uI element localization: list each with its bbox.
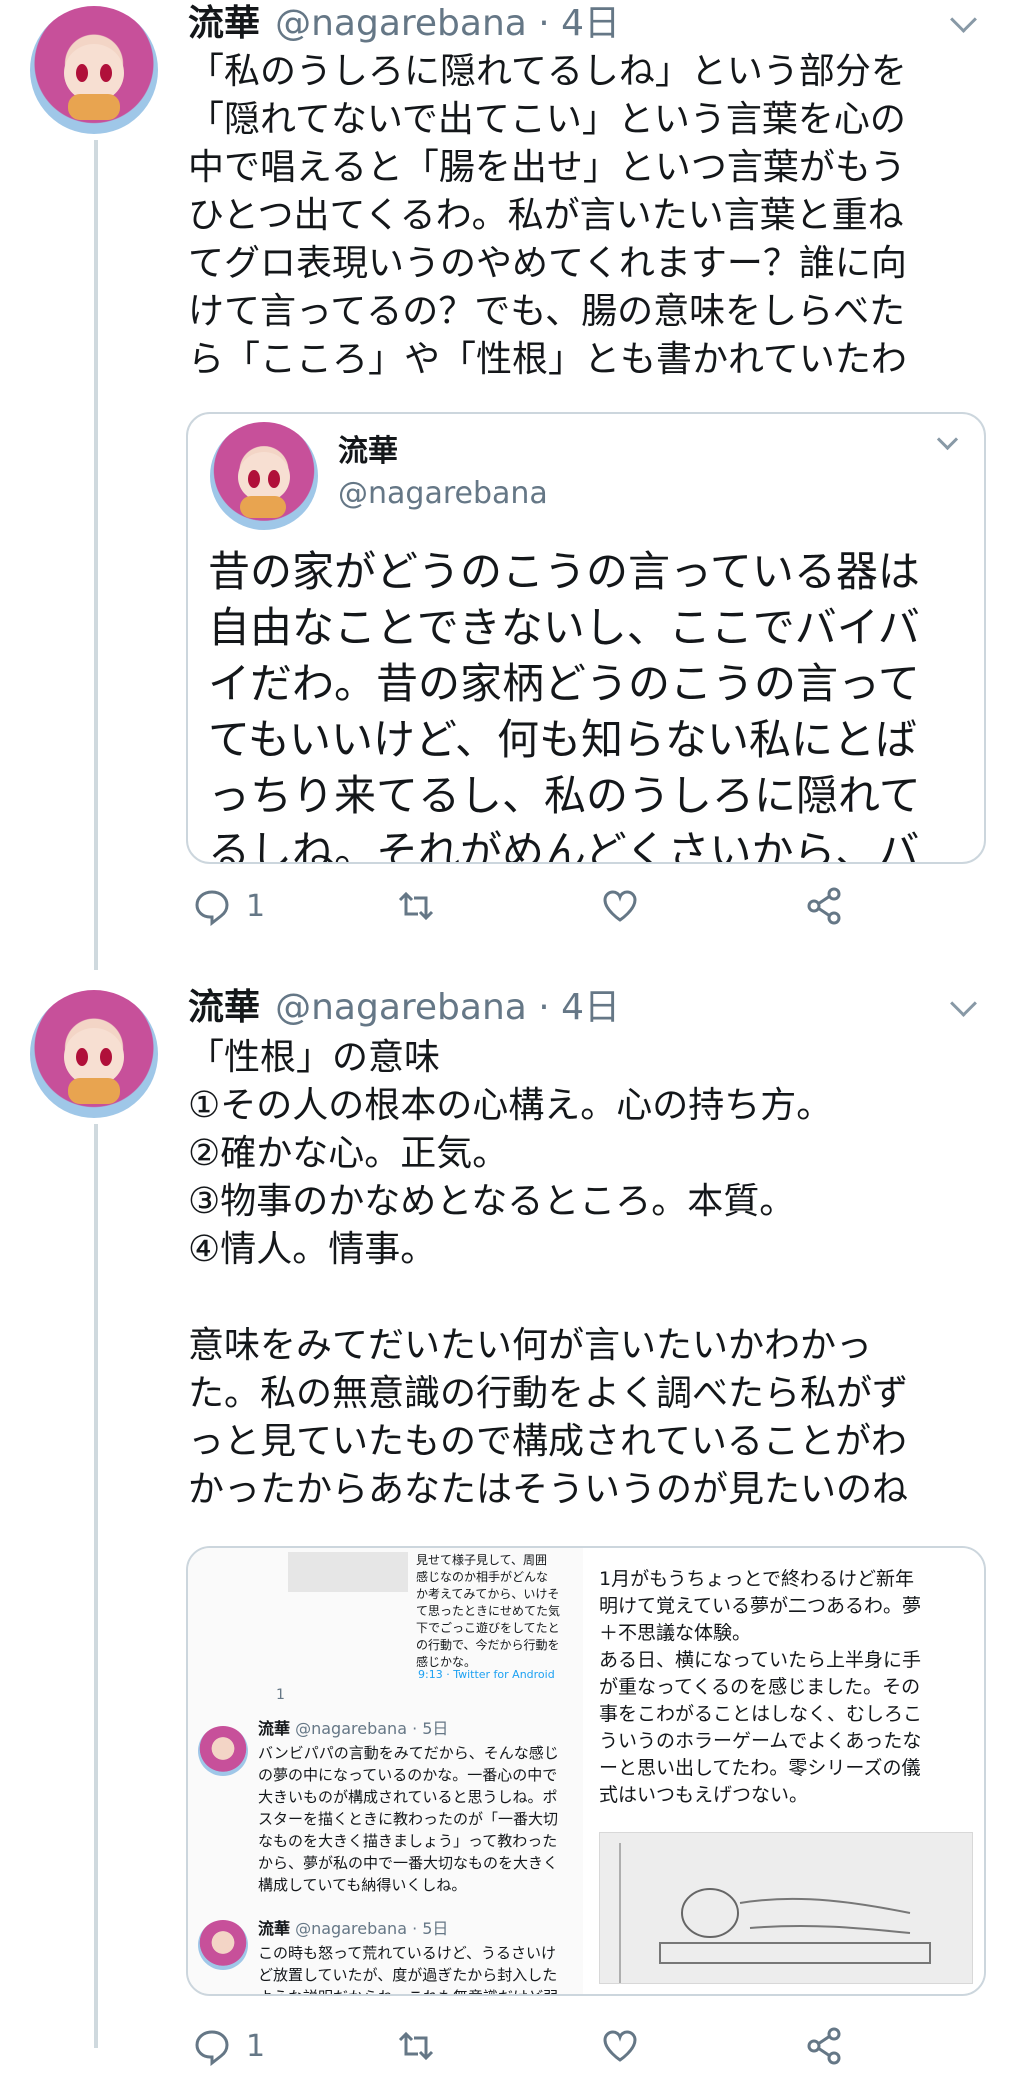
heart-icon bbox=[603, 890, 637, 922]
reply-button[interactable]: 1 bbox=[192, 2016, 265, 2076]
author-name[interactable]: 流華 bbox=[188, 987, 260, 1028]
chevron-down-icon[interactable] bbox=[950, 6, 977, 33]
heart-icon bbox=[603, 2030, 637, 2062]
avatar bbox=[198, 1726, 248, 1776]
media-left-reply2-name: 流華 bbox=[258, 1919, 291, 1938]
chevron-down-icon[interactable] bbox=[950, 990, 977, 1017]
thread-line bbox=[94, 140, 98, 970]
media-right-text: 1月がもうちょっとで終わるけど新年 明けて覚えている夢が二つあるわ。夢 ＋不思議… bbox=[599, 1568, 923, 1806]
avatar[interactable] bbox=[30, 990, 158, 1118]
reply-icon bbox=[195, 2030, 229, 2066]
quoted-tweet[interactable]: 流華 @nagarebana 昔の家がどうのこうの言っている器は 自由なことでき… bbox=[186, 412, 986, 864]
quoted-author-handle: @nagarebana bbox=[338, 476, 548, 511]
media-grid[interactable]: 見せて様子見して、周囲 感じなのか相手がどんな か考えてみてから、いけそ て思っ… bbox=[186, 1546, 986, 1996]
tweet-header: 流華 @nagarebana · 4日 bbox=[188, 0, 620, 48]
thread-line bbox=[94, 1124, 98, 2048]
media-left-reply-handle: @nagarebana · 5日 bbox=[295, 1719, 449, 1738]
reply-button[interactable]: 1 bbox=[192, 876, 265, 936]
retweet-icon bbox=[398, 891, 434, 921]
chevron-down-icon[interactable] bbox=[936, 428, 959, 451]
tweet-text: 「私のうしろに隠れてるしね」という部分を 「隠れてないで出てこい」という言葉を心… bbox=[188, 51, 907, 380]
reply-count: 1 bbox=[246, 888, 266, 924]
media-left-reply2-header: 流華 @nagarebana · 5日 bbox=[258, 1918, 448, 1940]
media-left-reply-name: 流華 bbox=[258, 1719, 291, 1738]
quoted-tweet-text: 昔の家がどうのこうの言っている器は 自由なことできないし、ここでバイバ イだわ。… bbox=[208, 547, 921, 864]
media-left-reply2-text: この時も怒って荒れているけど、うるさいけ ど放置していたが、度が過ぎたから封入し… bbox=[258, 1944, 558, 1994]
share-button[interactable] bbox=[804, 2016, 844, 2076]
retweet-button[interactable] bbox=[396, 876, 436, 936]
media-left-via: 9:13 · Twitter for Android bbox=[418, 1668, 555, 1681]
embedded-image bbox=[288, 1552, 408, 1592]
share-icon bbox=[807, 887, 841, 925]
like-button[interactable] bbox=[600, 2016, 640, 2076]
reply-icon bbox=[195, 890, 229, 926]
sketch-image bbox=[599, 1832, 973, 1984]
sketch-drawing bbox=[619, 1843, 931, 1983]
quoted-author-name: 流華 bbox=[338, 434, 398, 469]
author-handle[interactable]: @nagarebana · 4日 bbox=[275, 3, 620, 44]
media-screenshot-right[interactable]: 1月がもうちょっとで終わるけど新年 明けて覚えている夢が二つあるわ。夢 ＋不思議… bbox=[587, 1548, 984, 1994]
retweet-button[interactable] bbox=[396, 2016, 436, 2076]
tweet-actions: 1 bbox=[188, 2016, 948, 2076]
media-left-reply2-handle: @nagarebana · 5日 bbox=[295, 1919, 449, 1938]
media-left-reply-text: バンビパパの言動をみてだから、そんな感じ の夢の中になっているのかな。一番心の中… bbox=[258, 1744, 559, 1894]
media-left-top-text: 見せて様子見して、周囲 感じなのか相手がどんな か考えてみてから、いけそ て思っ… bbox=[416, 1553, 561, 1669]
media-left-reply-header: 流華 @nagarebana · 5日 bbox=[258, 1718, 448, 1740]
media-screenshot-left[interactable]: 見せて様子見して、周囲 感じなのか相手がどんな か考えてみてから、いけそ て思っ… bbox=[188, 1548, 583, 1994]
quoted-avatar bbox=[210, 422, 318, 530]
tweet-text: 「性根」の意味 ①その人の根本の心構え。心の持ち方。 ②確かな心。正気。 ③物事… bbox=[188, 1037, 909, 1510]
media-left-count1: 1 bbox=[276, 1687, 285, 1703]
avatar[interactable] bbox=[30, 6, 158, 134]
avatar bbox=[198, 1920, 248, 1970]
share-icon bbox=[807, 2027, 841, 2065]
retweet-icon bbox=[398, 2031, 434, 2061]
tweet-actions: 1 bbox=[188, 876, 948, 936]
share-button[interactable] bbox=[804, 876, 844, 936]
like-button[interactable] bbox=[600, 876, 640, 936]
tweet-header: 流華 @nagarebana · 4日 bbox=[188, 984, 620, 1032]
reply-count: 1 bbox=[246, 2028, 266, 2064]
author-handle[interactable]: @nagarebana · 4日 bbox=[275, 987, 620, 1028]
author-name[interactable]: 流華 bbox=[188, 3, 260, 44]
